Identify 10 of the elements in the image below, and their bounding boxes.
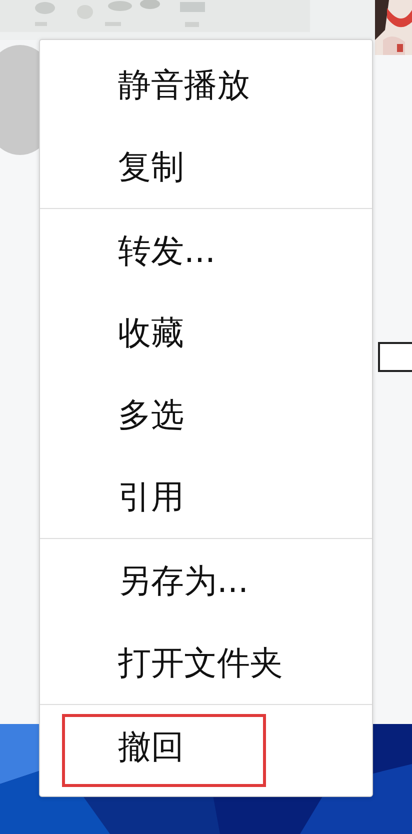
menu-item[interactable]: 静音播放	[40, 44, 372, 126]
menu-item[interactable]: 引用	[40, 456, 372, 538]
menu-item[interactable]: 转发...	[40, 210, 372, 292]
menu-item[interactable]: 另存为...	[40, 540, 372, 622]
outline-box	[378, 342, 412, 372]
menu-item[interactable]: 撤回	[40, 706, 372, 788]
menu-item[interactable]: 收藏	[40, 292, 372, 374]
menu-item[interactable]: 打开文件夹	[40, 622, 372, 704]
menu-item[interactable]: 多选	[40, 374, 372, 456]
menu-item[interactable]: 复制	[40, 126, 372, 208]
